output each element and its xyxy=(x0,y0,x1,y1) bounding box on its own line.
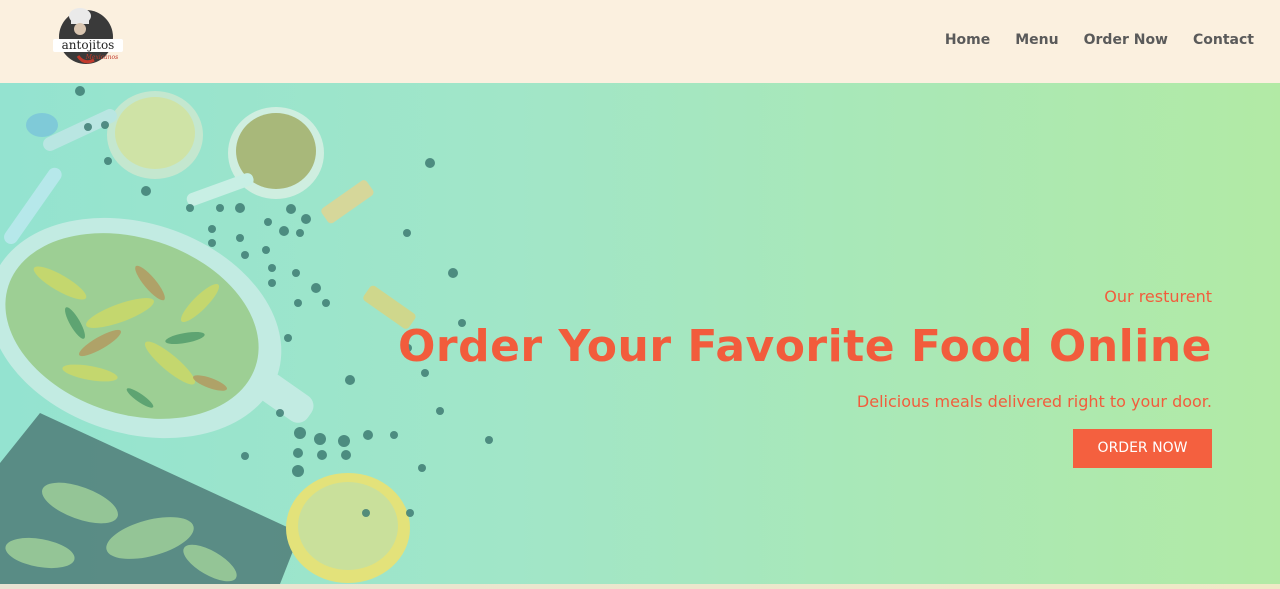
hero-content: Our resturent Order Your Favorite Food O… xyxy=(312,287,1212,468)
hero-subtitle: Delicious meals delivered right to your … xyxy=(856,392,1212,411)
svg-text:Mexicanos: Mexicanos xyxy=(85,54,119,61)
order-now-button[interactable]: ORDER NOW xyxy=(1073,429,1212,468)
nav-contact[interactable]: Contact xyxy=(1193,32,1254,48)
main-nav: Home Menu Order Now Contact xyxy=(945,32,1254,48)
nav-home[interactable]: Home xyxy=(945,32,990,48)
hero-eyebrow: Our resturent xyxy=(1104,287,1212,306)
page-divider xyxy=(0,584,1280,589)
navbar: antojitos Mexicanos Home Menu Order Now … xyxy=(0,0,1280,83)
brand-logo[interactable]: antojitos Mexicanos xyxy=(50,4,126,68)
nav-menu[interactable]: Menu xyxy=(1015,32,1058,48)
nav-order-now[interactable]: Order Now xyxy=(1084,32,1168,48)
chef-hat-logo-icon: antojitos Mexicanos xyxy=(53,8,123,64)
hero-title: Order Your Favorite Food Online xyxy=(397,321,1212,372)
hero-banner: Our resturent Order Your Favorite Food O… xyxy=(0,83,1280,584)
svg-text:antojitos: antojitos xyxy=(62,38,115,52)
